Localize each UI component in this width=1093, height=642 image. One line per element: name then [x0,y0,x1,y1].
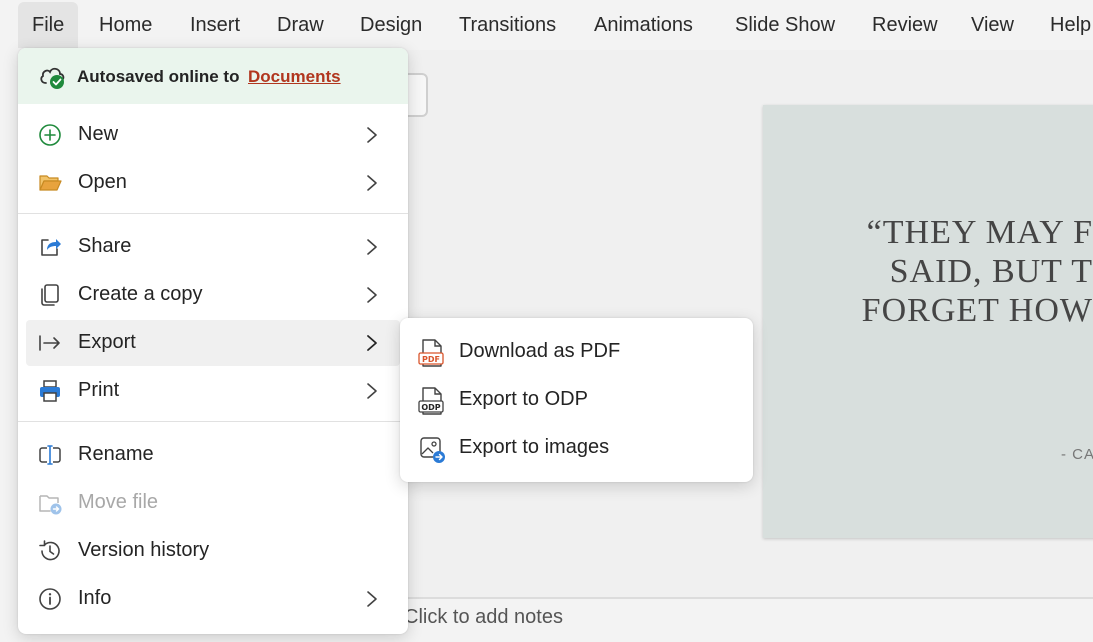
menu-item-rename[interactable]: Rename [26,432,400,478]
chevron-right-icon [367,239,377,255]
quote-line: SAID, BUT T [889,253,1093,290]
menu-item-move-file[interactable]: Move file [26,480,400,526]
chevron-right-icon [367,591,377,607]
tab-help[interactable]: Help [1050,2,1091,48]
autosave-status: Autosaved online to [77,67,240,86]
documents-link[interactable]: Documents [248,67,341,87]
slide-canvas[interactable]: “THEY MAY F SAID, BUT T FORGET HOW - CA [763,105,1093,538]
menu-item-share[interactable]: Share [26,224,400,270]
menu-item-create-copy[interactable]: Create a copy [26,272,400,318]
tab-home[interactable]: Home [99,2,152,48]
file-menu: Autosaved online to Documents New Open S… [18,48,408,634]
chevron-right-icon [367,383,377,399]
menu-item-info[interactable]: Info [26,576,400,622]
chevron-right-icon [367,127,377,143]
menu-item-label: Open [78,171,127,193]
slide-quote-text: “THEY MAY F SAID, BUT T FORGET HOW [763,213,1093,330]
tab-animations[interactable]: Animations [594,2,693,48]
odp-file-icon: ODP [418,387,444,415]
quote-line: FORGET HOW [861,292,1093,329]
svg-text:ODP: ODP [421,403,440,412]
menu-item-label: Move file [78,491,159,513]
export-submenu: PDF Download as PDF ODP Export to ODP Ex… [400,318,753,482]
folder-open-icon [39,175,62,191]
menu-item-label: New [78,123,119,145]
menu-separator [18,213,408,214]
rename-icon [39,445,61,465]
chevron-right-icon [367,335,377,351]
tab-design[interactable]: Design [360,2,422,48]
tab-draw[interactable]: Draw [277,2,324,48]
menu-item-label: Info [78,587,112,609]
info-icon [39,588,61,610]
submenu-item-label: Export to images [459,436,610,458]
menu-item-open[interactable]: Open [26,160,400,206]
tab-insert[interactable]: Insert [190,2,240,48]
menu-item-print[interactable]: Print [26,368,400,414]
submenu-item-export-odp[interactable]: ODP Export to ODP [406,377,747,423]
menu-separator [18,421,408,422]
pdf-file-icon: PDF [418,339,444,367]
menu-item-label: Create a copy [78,283,203,305]
history-icon [39,540,60,561]
quote-line: “THEY MAY F [866,214,1093,251]
submenu-item-download-pdf[interactable]: PDF Download as PDF [406,329,747,375]
menu-item-label: Rename [78,443,154,465]
tab-slide-show[interactable]: Slide Show [735,2,835,48]
tab-view[interactable]: View [971,2,1014,48]
menu-item-export[interactable]: Export [26,320,400,366]
submenu-item-export-images[interactable]: Export to images [406,425,747,471]
chevron-right-icon [367,287,377,303]
tab-review[interactable]: Review [872,2,938,48]
share-icon [41,239,61,256]
tab-transitions[interactable]: Transitions [459,2,556,48]
copy-icon [41,284,59,306]
ribbon-tab-bar: File Home Insert Draw Design Transitions… [0,0,1093,50]
image-export-icon [420,437,445,463]
slide-author-text: - CA [1061,446,1093,463]
menu-item-label: Print [78,379,120,401]
plus-circle-icon [39,124,61,146]
menu-item-label: Export [78,331,136,353]
move-file-icon [39,495,62,515]
cloud-check-icon [40,67,65,89]
submenu-item-label: Download as PDF [459,340,621,362]
menu-item-label: Version history [78,539,210,561]
export-arrow-icon [39,335,60,351]
autosave-banner: Autosaved online to Documents [18,48,408,104]
chevron-right-icon [367,175,377,191]
menu-item-new[interactable]: New [26,112,400,158]
menu-item-label: Share [78,235,132,257]
notes-placeholder[interactable]: Click to add notes [404,606,563,629]
printer-icon [40,380,60,402]
submenu-item-label: Export to ODP [459,388,588,410]
tab-file[interactable]: File [18,2,79,48]
menu-item-version-history[interactable]: Version history [26,528,400,574]
svg-text:PDF: PDF [422,355,440,364]
